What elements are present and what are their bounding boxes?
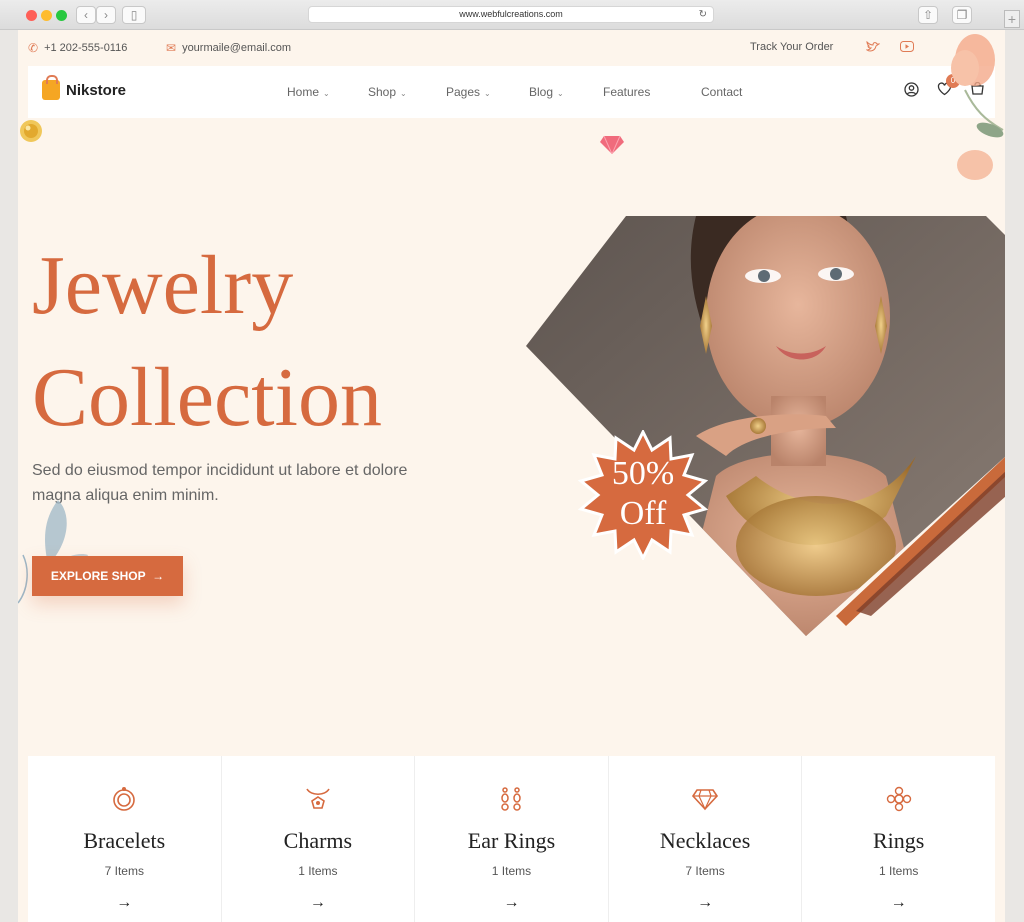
charm-icon [306, 788, 330, 809]
web-page: ✆ +1 202-555-0116 ✉ yourmaile@email.com … [18, 30, 1005, 922]
nav-contact[interactable]: Contact [701, 85, 742, 99]
hero-title-line2: Collection [32, 351, 382, 444]
youtube-icon[interactable] [900, 41, 914, 52]
phone-icon: ✆ [28, 41, 39, 55]
top-info-bar: ✆ +1 202-555-0116 ✉ yourmaile@email.com … [18, 30, 1005, 66]
category-card-charms[interactable]: Charms 1 Items → [222, 756, 416, 922]
address-bar[interactable]: www.webfulcreations.com ↻ [308, 6, 714, 23]
chevron-down-icon: ⌄ [323, 89, 330, 98]
browser-toolbar: ‹ › ▯ www.webfulcreations.com ↻ ⇧ ❐ + [0, 0, 1024, 30]
new-tab-icon[interactable]: + [1004, 10, 1020, 28]
flower-decoration [951, 34, 1004, 180]
category-count: 1 Items [298, 864, 338, 878]
hero-title: Jewelry Collection [32, 230, 382, 454]
discount-percent: 50% [611, 455, 675, 492]
sidebar-icon[interactable]: ▯ [122, 6, 146, 24]
category-name: Rings [872, 828, 925, 853]
hero-description: Sed do eiusmod tempor incididunt ut labo… [32, 462, 408, 504]
shopping-bag-icon [42, 75, 60, 100]
arrow-right-icon[interactable]: → [609, 894, 802, 912]
nav-shop-label: Shop [368, 85, 397, 99]
mail-icon: ✉ [166, 41, 177, 55]
nav-pages-label: Pages [446, 85, 481, 99]
category-list: Bracelets 7 Items → Charms 1 Items → Ear… [28, 756, 995, 922]
email-contact[interactable]: ✉ yourmaile@email.com [166, 41, 291, 55]
track-order-link[interactable]: Track Your Order [750, 41, 833, 53]
category-count: 1 Items [878, 864, 919, 878]
discount-off: Off [619, 495, 667, 532]
category-count: 7 Items [104, 864, 144, 878]
chevron-down-icon: ⌄ [400, 89, 407, 98]
diamond-icon [692, 789, 719, 811]
nav-home-label: Home [287, 85, 320, 99]
chevron-down-icon: ⌄ [484, 89, 491, 98]
nav-features-label: Features [603, 85, 651, 99]
twitter-icon[interactable] [866, 41, 880, 53]
main-header: Nikstore Home ⌄ Shop ⌄ Pages ⌄ Blog ⌄ Featur… [28, 66, 995, 118]
gold-gem-decoration [20, 120, 42, 142]
ring-icon [886, 786, 911, 812]
category-name: Ear Rings [467, 828, 556, 853]
arrow-right-icon: → [148, 569, 165, 583]
category-card-bracelets[interactable]: Bracelets 7 Items → [28, 756, 222, 922]
category-card-necklaces[interactable]: Necklaces 7 Items → [609, 756, 803, 922]
pink-gem-decoration [600, 135, 624, 154]
arrow-right-icon[interactable]: → [28, 894, 221, 912]
earring-icon [501, 787, 522, 811]
category-count: 1 Items [491, 864, 532, 878]
track-order-text: Track Your Order [750, 41, 834, 53]
explore-shop-button[interactable]: EXPLORE SHOP → [32, 556, 183, 596]
nav-pages[interactable]: Pages ⌄ [446, 85, 491, 99]
share-icon[interactable]: ⇧ [918, 6, 938, 24]
arrow-right-icon[interactable]: → [415, 894, 608, 912]
nav-blog-label: Blog [529, 85, 554, 99]
nav-shop[interactable]: Shop ⌄ [368, 85, 407, 99]
arrow-right-icon[interactable]: → [802, 894, 995, 912]
discount-label: 50% Off [578, 454, 708, 534]
tabs-icon[interactable]: ❐ [952, 6, 972, 24]
category-card-rings[interactable]: Rings 1 Items → [802, 756, 995, 922]
bracelet-icon [113, 787, 136, 811]
category-name: Necklaces [659, 828, 751, 853]
category-count: 7 Items [685, 864, 725, 878]
close-window-button[interactable] [26, 10, 37, 21]
phone-contact[interactable]: ✆ +1 202-555-0116 [28, 41, 127, 55]
hero-model-image [526, 216, 1005, 636]
explore-shop-label: EXPLORE SHOP [50, 569, 146, 583]
forward-icon[interactable]: › [96, 6, 116, 24]
arrow-right-icon[interactable]: → [222, 894, 415, 912]
url-text: www.webfulcreations.com [459, 9, 563, 19]
category-name: Charms [283, 828, 353, 853]
reload-icon[interactable]: ↻ [699, 7, 707, 22]
chevron-down-icon: ⌄ [557, 89, 564, 98]
email-text: yourmaile@email.com [182, 42, 292, 54]
nav-blog[interactable]: Blog ⌄ [529, 85, 564, 99]
nav-contact-label: Contact [701, 85, 743, 99]
account-icon[interactable] [904, 82, 919, 97]
minimize-window-button[interactable] [41, 10, 52, 21]
brand-logo[interactable]: Nikstore [42, 75, 127, 100]
category-name: Bracelets [83, 828, 166, 853]
nav-features[interactable]: Features [603, 85, 650, 99]
maximize-window-button[interactable] [56, 10, 67, 21]
phone-text: +1 202-555-0116 [44, 42, 128, 54]
back-icon[interactable]: ‹ [76, 6, 96, 24]
nav-home[interactable]: Home ⌄ [287, 85, 330, 99]
hero-title-line1: Jewelry [32, 239, 294, 332]
category-card-ear-rings[interactable]: Ear Rings 1 Items → [415, 756, 609, 922]
brand-name: Nikstore [66, 81, 127, 99]
